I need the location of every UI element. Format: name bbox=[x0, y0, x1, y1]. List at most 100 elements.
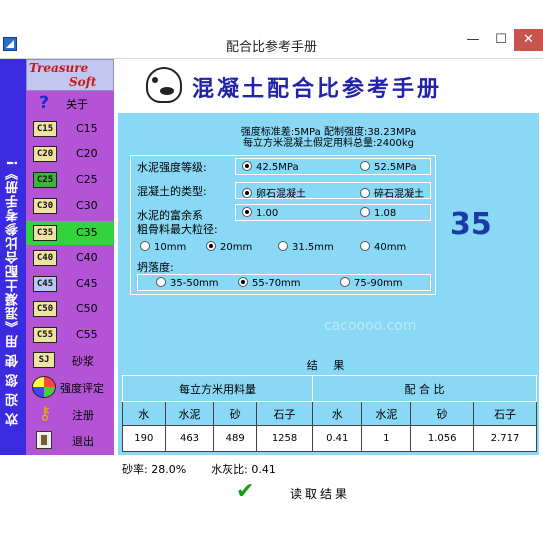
concrete-type-label: 混凝土的类型: bbox=[137, 185, 207, 198]
checkmark-icon[interactable]: ✔ bbox=[236, 479, 254, 504]
slump-label: 坍落度: bbox=[137, 261, 174, 274]
results-title: 结 果 bbox=[306, 359, 351, 372]
concrete-type-group: 卵石混凝土 碎石混凝土 bbox=[235, 182, 431, 200]
main-area: 混凝土配合比参考手册 强度标准差:5MPa 配制强度:38.23MPa 每立方米… bbox=[114, 59, 543, 504]
read-results-button[interactable]: 读取结果 bbox=[290, 485, 350, 502]
table-cell: 190 bbox=[122, 425, 166, 452]
question-icon: ? bbox=[39, 93, 49, 113]
concrete-type-option-pebble[interactable]: 卵石混凝土 bbox=[242, 185, 306, 200]
radio-unselected-icon bbox=[140, 241, 150, 251]
title-bar: 配合比参考手册 — ☐ ✕ bbox=[0, 29, 543, 59]
c55-icon: C55 bbox=[33, 327, 57, 343]
exit-door-icon bbox=[36, 431, 52, 449]
cement-grade-option-52-5[interactable]: 52.5MPa bbox=[360, 161, 417, 173]
table-cell: 489 bbox=[213, 425, 257, 452]
logo-line2: Soft bbox=[69, 75, 97, 89]
key-icon: ⚷ bbox=[38, 403, 52, 424]
slump-option-75-90mm[interactable]: 75-90mm bbox=[340, 277, 403, 289]
radio-unselected-icon bbox=[360, 188, 370, 198]
sidebar-item-strength-eval[interactable]: 强度评定 bbox=[26, 375, 114, 399]
sj-icon: SJ bbox=[33, 352, 55, 368]
slump-option-55-70mm[interactable]: 55-70mm bbox=[238, 277, 301, 289]
radio-selected-icon bbox=[238, 277, 248, 287]
c40-icon: C40 bbox=[33, 250, 57, 266]
table-header-cell: 石子 bbox=[255, 401, 314, 426]
app-heading: 混凝土配合比参考手册 bbox=[192, 76, 443, 102]
sidebar-item-register[interactable]: ⚷ 注册 bbox=[26, 402, 114, 426]
sidebar-item-label: 关于 bbox=[66, 98, 88, 111]
radio-unselected-icon bbox=[156, 277, 166, 287]
aggregate-size-option-20mm[interactable]: 20mm bbox=[206, 241, 252, 253]
cement-richness-option-1-08[interactable]: 1.08 bbox=[360, 207, 396, 219]
slump-group: 35-50mm 55-70mm 75-90mm bbox=[137, 274, 431, 291]
watermark-text: cacoooo.com bbox=[324, 318, 417, 334]
c20-icon: C20 bbox=[33, 146, 57, 162]
sidebar-item-c40[interactable]: C40 C40 bbox=[26, 246, 114, 270]
sidebar-item-c55[interactable]: C55 C55 bbox=[26, 323, 114, 347]
table-header-cell: 水泥 bbox=[361, 401, 412, 426]
aggregate-size-group: 10mm 20mm 31.5mm 40mm bbox=[137, 238, 431, 255]
welcome-banner: 欢 迎 您 使 用《混凝土配合比参考手册》! bbox=[0, 59, 26, 455]
radio-unselected-icon bbox=[278, 241, 288, 251]
cement-grade-group: 42.5MPa 52.5MPa bbox=[235, 158, 431, 175]
aggregate-size-label: 粗骨料最大粒径: bbox=[137, 223, 218, 236]
radio-selected-icon bbox=[242, 161, 252, 171]
sidebar-item-c15[interactable]: C15 C15 bbox=[26, 117, 114, 141]
sidebar-item-mortar[interactable]: SJ 砂浆 bbox=[26, 348, 114, 372]
sidebar-item-label: 退出 bbox=[72, 435, 94, 448]
sidebar-item-label: 注册 bbox=[72, 409, 94, 422]
cement-grade-option-42-5[interactable]: 42.5MPa bbox=[242, 161, 299, 173]
radio-selected-icon bbox=[242, 207, 252, 217]
radio-unselected-icon bbox=[360, 161, 370, 171]
concrete-type-option-gravel[interactable]: 碎石混凝土 bbox=[360, 185, 424, 200]
slump-option-35-50mm[interactable]: 35-50mm bbox=[156, 277, 219, 289]
sidebar-item-c50[interactable]: C50 C50 bbox=[26, 297, 114, 321]
treasure-soft-logo: Treasure Soft bbox=[26, 59, 114, 91]
radio-unselected-icon bbox=[360, 207, 370, 217]
table-header-cell: 砂 bbox=[213, 401, 257, 426]
table-cell: 0.41 bbox=[312, 425, 363, 452]
table-header-cell: 水泥 bbox=[164, 401, 215, 426]
sidebar-item-c45[interactable]: C45 C45 bbox=[26, 272, 114, 296]
table-cell: 463 bbox=[164, 425, 215, 452]
maximize-button[interactable]: ☐ bbox=[488, 29, 514, 51]
calc-panel: 强度标准差:5MPa 配制强度:38.23MPa 每立方米混凝土假定用料总量:2… bbox=[118, 113, 539, 504]
total-mass-info: 每立方米混凝土假定用料总量:2400kg bbox=[243, 138, 414, 149]
sidebar-item-c25[interactable]: C25 C25 bbox=[26, 168, 114, 192]
table-header-cell: 水 bbox=[122, 401, 166, 426]
c50-icon: C50 bbox=[33, 301, 57, 317]
sidebar-item-c30[interactable]: C30 C30 bbox=[26, 194, 114, 218]
mass-per-m3-header: 每立方米用料量 bbox=[121, 375, 314, 402]
table-group-row: 每立方米用料量 配 合 比 bbox=[121, 375, 537, 402]
cement-grade-label: 水泥强度等级: bbox=[137, 161, 207, 174]
results-table: 每立方米用料量 配 合 比 水 水泥 砂 石子 水 水泥 砂 石子 190 46… bbox=[121, 375, 537, 452]
pie-chart-icon bbox=[32, 376, 56, 398]
cement-richness-group: 1.00 1.08 bbox=[235, 204, 431, 221]
sidebar-item-about[interactable]: ? 关于 bbox=[26, 91, 114, 115]
ratio-summary: 砂率: 28.0% 水灰比: 0.41 bbox=[122, 461, 276, 477]
sidebar-item-c20[interactable]: C20 C20 bbox=[26, 142, 114, 166]
aggregate-size-option-40mm[interactable]: 40mm bbox=[360, 241, 406, 253]
aggregate-size-option-31-5mm[interactable]: 31.5mm bbox=[278, 241, 334, 253]
sidebar-item-c35[interactable]: C35 C35 bbox=[26, 221, 114, 245]
c15-icon: C15 bbox=[33, 121, 57, 137]
water-cement-ratio: 水灰比: 0.41 bbox=[211, 463, 276, 476]
table-header-cell: 石子 bbox=[473, 401, 537, 426]
logo-line1: Treasure bbox=[29, 61, 89, 75]
cement-richness-option-1-00[interactable]: 1.00 bbox=[242, 207, 278, 219]
sidebar-item-label: 砂浆 bbox=[72, 355, 94, 368]
table-header-cell: 砂 bbox=[410, 401, 475, 426]
table-row: 190 463 489 1258 0.41 1 1.056 2.717 bbox=[122, 425, 537, 452]
minimize-button[interactable]: — bbox=[460, 29, 486, 51]
c25-icon: C25 bbox=[33, 172, 57, 188]
aggregate-size-option-10mm[interactable]: 10mm bbox=[140, 241, 186, 253]
table-cell: 1258 bbox=[255, 425, 314, 452]
sidebar-item-exit[interactable]: 退出 bbox=[26, 428, 114, 452]
close-button[interactable]: ✕ bbox=[514, 29, 543, 51]
c35-icon: C35 bbox=[33, 225, 57, 241]
radio-unselected-icon bbox=[360, 241, 370, 251]
table-header-cell: 水 bbox=[312, 401, 363, 426]
sidebar: Treasure Soft ? 关于 C15 C15 C20 C20 C25 C… bbox=[26, 59, 114, 455]
table-header-row: 水 水泥 砂 石子 水 水泥 砂 石子 bbox=[122, 401, 537, 426]
welcome-banner-text: 欢 迎 您 使 用《混凝土配合比参考手册》! bbox=[6, 159, 21, 427]
